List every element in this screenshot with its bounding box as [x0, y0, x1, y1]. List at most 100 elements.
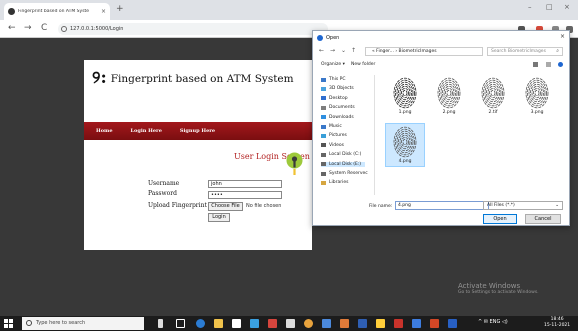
password-input[interactable]: ••••	[208, 191, 282, 199]
store-icon[interactable]	[232, 319, 241, 328]
powerpoint-icon[interactable]	[394, 319, 403, 328]
file-name: 1.png	[398, 110, 412, 115]
edge-browser-icon[interactable]	[196, 319, 205, 328]
nav-signup-link[interactable]: Signup Here	[180, 128, 215, 134]
taskbar-search-placeholder: Type here to search	[36, 320, 86, 326]
dialog-close-icon[interactable]: ×	[560, 33, 565, 40]
forward-arrow-icon[interactable]: →	[24, 23, 32, 34]
username-label: Username	[148, 180, 180, 187]
nav-pane-item[interactable]: System Reservec	[321, 171, 368, 176]
taskbar-app-icon-4[interactable]	[340, 319, 349, 328]
system-tray[interactable]: ^ ✉ ENG ◁)	[478, 319, 508, 325]
filename-input[interactable]: 4.png	[395, 201, 489, 210]
open-button[interactable]: Open	[483, 214, 517, 224]
window-close-icon[interactable]: ×	[564, 3, 570, 11]
nav-pane-item[interactable]: Documents	[321, 105, 355, 110]
nav-login-link[interactable]: Login Here	[131, 128, 162, 134]
taskbar-app-icon-8[interactable]	[448, 319, 457, 328]
taskbar-app-icon[interactable]	[250, 319, 259, 328]
folder-icon	[321, 124, 326, 129]
file-thumbnail[interactable]: 1.png	[385, 75, 425, 119]
taskbar-app-icon-3[interactable]	[322, 319, 331, 328]
nav-pane-label: Pictures	[329, 133, 347, 139]
nav-pane-label: Desktop	[329, 95, 348, 101]
nav-pane-item[interactable]: Downloads	[321, 115, 354, 120]
fingerprint-image-icon	[525, 77, 549, 109]
new-tab-icon[interactable]: +	[116, 4, 124, 15]
taskbar-app-icon-7[interactable]	[430, 319, 439, 328]
file-explorer-icon[interactable]	[214, 319, 223, 328]
fingerprint-image-icon	[393, 77, 417, 109]
maximize-icon[interactable]: □	[546, 3, 553, 11]
microphone-icon[interactable]	[158, 319, 163, 328]
cancel-button[interactable]: Cancel	[525, 214, 561, 224]
dialog-title: Open	[326, 34, 340, 41]
info-icon[interactable]	[61, 26, 67, 32]
nav-pane-item[interactable]: Videos	[321, 143, 344, 148]
filename-label: File name:	[369, 204, 393, 209]
notepad-icon[interactable]	[286, 319, 295, 328]
dialog-titlebar: Open ×	[313, 31, 569, 44]
nav-pane-item[interactable]: 3D Objects	[321, 86, 354, 91]
file-thumbnail[interactable]: 3.png	[517, 75, 557, 119]
file-thumbnail[interactable]: 2.png	[429, 75, 469, 119]
upload-label: Upload Fingerprint	[148, 202, 207, 209]
chrome-taskbar-icon[interactable]	[304, 319, 313, 328]
filetype-select[interactable]: All Files (*.*) ⌄	[483, 201, 563, 210]
taskbar-search-box[interactable]: Type here to search	[22, 317, 144, 330]
nav-pane-item[interactable]: Libraries	[321, 180, 348, 185]
taskbar-app-icon-2[interactable]	[268, 319, 277, 328]
clock-date: 15-11-2021	[544, 323, 571, 328]
dialog-back-icon[interactable]: ←	[319, 47, 324, 54]
file-name: 4.png	[398, 159, 412, 164]
nav-pane-item[interactable]: Pictures	[321, 133, 347, 138]
nav-pane-label: Local Disk (C:)	[329, 152, 362, 158]
dialog-breadcrumb[interactable]: « Finger... › BiometricImages	[365, 47, 483, 56]
folder-icon	[321, 180, 326, 185]
dialog-recent-icon[interactable]: ⌄	[341, 47, 346, 54]
file-thumbnail[interactable]: 4.png	[385, 123, 425, 167]
dialog-search-input[interactable]: Search BiometricImages ⌕	[487, 47, 563, 56]
dialog-nav-pane: This PC 3D Objects Desktop Documents Downloa…	[317, 75, 375, 195]
nav-home-link[interactable]: Home	[96, 128, 113, 134]
nav-pane-item[interactable]: This PC	[321, 77, 345, 82]
browser-tab[interactable]: Fingerprint based on ATM Syste ×	[4, 3, 110, 20]
organize-menu[interactable]: Organize ▾	[321, 62, 345, 67]
taskbar-app-icon-6[interactable]	[412, 319, 421, 328]
folder-icon	[321, 133, 326, 138]
preview-pane-icon[interactable]	[546, 62, 551, 67]
login-button[interactable]: Login	[208, 213, 230, 222]
windows-start-icon[interactable]	[4, 319, 13, 328]
taskbar-app-icon-5[interactable]	[376, 319, 385, 328]
nav-pane-item[interactable]: Desktop	[321, 96, 348, 101]
choose-file-button[interactable]: Choose File	[208, 202, 243, 211]
search-icon: ⌕	[556, 48, 559, 54]
taskbar-clock[interactable]: 18:46 15-11-2021	[544, 317, 570, 329]
tab-close-icon[interactable]: ×	[101, 8, 106, 15]
back-arrow-icon[interactable]: ←	[8, 23, 16, 34]
url-field[interactable]: 127.0.0.1:5000/Login	[58, 23, 328, 35]
reload-icon[interactable]: C	[41, 23, 47, 34]
watermark-title: Activate Windows	[458, 282, 521, 290]
minimize-icon[interactable]: –	[528, 3, 532, 11]
folder-icon	[321, 115, 326, 120]
word-icon[interactable]	[358, 319, 367, 328]
dialog-up-icon[interactable]: ↑	[351, 47, 356, 54]
file-name: 2.png	[442, 110, 456, 115]
task-view-icon[interactable]	[176, 319, 185, 328]
nav-pane-label: Downloads	[329, 114, 354, 120]
nav-pane-item[interactable]: Music	[321, 124, 342, 129]
fingerprint-image-icon	[393, 126, 417, 158]
nav-pane-label: Music	[329, 124, 342, 129]
chevron-down-icon: ⌄	[555, 203, 559, 208]
file-thumbnail[interactable]: 2.tif	[473, 75, 513, 119]
view-options-icon[interactable]	[533, 62, 538, 67]
site-logo: ୨:	[92, 68, 107, 88]
dialog-forward-icon[interactable]: →	[330, 47, 335, 54]
username-input[interactable]: john	[208, 180, 282, 188]
nav-pane-item[interactable]: Local Disk (C:)	[321, 152, 361, 157]
new-folder-button[interactable]: New folder	[351, 62, 375, 67]
nav-pane-item[interactable]: Local Disk (E:)	[321, 161, 366, 167]
help-icon[interactable]	[558, 62, 563, 67]
chrome-icon	[317, 34, 323, 41]
